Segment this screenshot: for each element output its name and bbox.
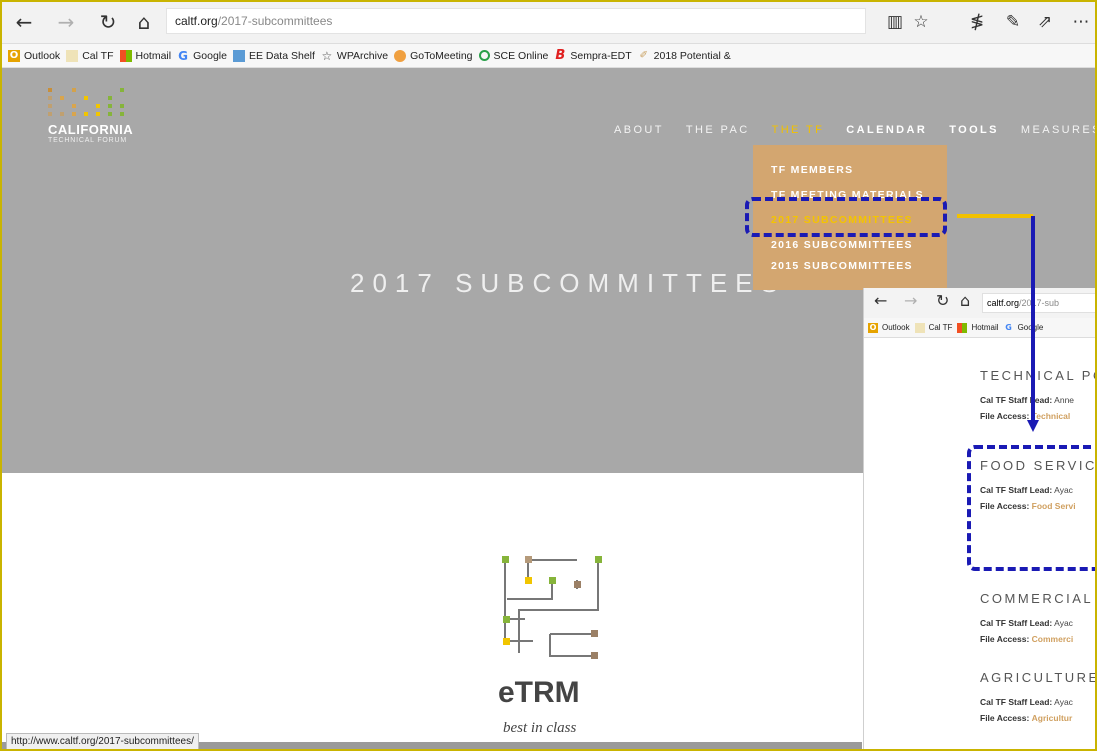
etrm-tagline: best in class [503, 720, 577, 736]
home-icon[interactable]: ⌂ [130, 8, 158, 36]
fav-ee-data-shelf[interactable]: EE Data Shelf [232, 49, 315, 62]
logo-subtitle: TECHNICAL FORUM [48, 137, 128, 144]
fav-label: Google [193, 49, 227, 62]
staff-lead-line: Cal TF Staff Lead: Ayac [980, 697, 1095, 707]
staff-lead-value: Ayac [1054, 697, 1073, 707]
fav-label: 2018 Potential & [653, 49, 731, 62]
file-access-line: File Access: Agricultur [980, 713, 1095, 723]
back-arrow-icon[interactable]: ← [10, 8, 38, 36]
refresh-icon[interactable]: ↻ [94, 8, 122, 36]
browser-toolbar: ← → ↻ ⌂ caltf.org/2017-subcommittees ▥ ☆… [2, 2, 1095, 44]
fav-label: Hotmail [135, 49, 172, 62]
share-icon[interactable]: ⇗ [1032, 8, 1058, 36]
file-access-line: File Access: Commerci [980, 634, 1093, 644]
fav-label: Cal TF [928, 323, 953, 332]
reading-view-icon[interactable]: ▥ [882, 8, 908, 36]
outlook-icon: O [8, 49, 20, 62]
annotation-arrow [957, 214, 1039, 432]
file-access-link[interactable]: Commerci [1032, 634, 1074, 644]
etrm-logo-icon[interactable] [499, 553, 609, 663]
menu-calendar[interactable]: CALENDAR [846, 124, 927, 136]
fav-wparchive[interactable]: ☆ WPArchive [321, 48, 389, 63]
staff-lead-value: Anne [1054, 395, 1075, 405]
dropdown-2016-subcommittees[interactable]: 2016 SUBCOMMITTEES [771, 239, 913, 251]
fav-2018-potential[interactable]: ✐ 2018 Potential & [638, 49, 731, 62]
file-access-link[interactable]: Agricultur [1032, 713, 1073, 723]
fav-label: WPArchive [336, 49, 389, 62]
staff-lead-value: Ayac [1054, 618, 1073, 628]
fav-label: Cal TF [82, 49, 114, 62]
fav-label: Outlook [882, 323, 910, 332]
url-path: /2017-subcommittees [217, 14, 333, 28]
inset-refresh-icon[interactable]: ↻ [936, 291, 949, 310]
favorites-bar: O Outlook Cal TF Hotmail G Google EE Data … [2, 44, 1095, 68]
pen-icon[interactable]: ✎ [1000, 8, 1026, 36]
outlook-icon: O [868, 322, 878, 333]
site-logo[interactable]: CALIFORNIA TECHNICAL FORUM [48, 88, 133, 144]
logo-dots-icon [48, 88, 133, 116]
caltf-icon [66, 49, 79, 62]
sempra-icon: B [555, 47, 566, 63]
inset-back-arrow-icon[interactable]: ← [874, 291, 887, 310]
ee-data-shelf-icon [232, 49, 245, 62]
menu-the-tf[interactable]: THE TF [772, 124, 825, 136]
main-menu: ABOUT THE PAC THE TF CALENDAR TOOLS MEAS… [614, 124, 1095, 136]
section-heading: COMMERCIAL [980, 591, 1094, 606]
staff-lead-line: Cal TF Staff Lead: Ayac [980, 618, 1093, 628]
fav-hotmail[interactable]: Hotmail [119, 49, 172, 62]
google-icon: G [178, 48, 189, 63]
menu-measures[interactable]: MEASURES [1021, 124, 1095, 136]
fav-label: SCE Online [493, 49, 549, 62]
fav-sempra[interactable]: B Sempra-EDT [554, 47, 632, 63]
inset-section-agriculture: AGRICULTURE Cal TF Staff Lead: Ayac File… [980, 670, 1097, 723]
star-icon: ☆ [321, 48, 333, 63]
inset-fav-outlook[interactable]: O Outlook [868, 322, 910, 333]
url-host: caltf.org [175, 14, 218, 28]
fav-label: GoToMeeting [410, 49, 473, 62]
menu-about[interactable]: ABOUT [614, 124, 664, 136]
etrm-title: eTRM [498, 676, 580, 709]
staff-lead-label: Cal TF Staff Lead: [980, 618, 1053, 628]
more-icon[interactable]: ⋯ [1068, 8, 1094, 36]
highlight-2017-subcommittees [745, 197, 947, 237]
caltf-icon [914, 322, 925, 333]
fav-outlook[interactable]: O Outlook [8, 49, 61, 62]
fav-label: EE Data Shelf [248, 49, 315, 62]
sce-icon [478, 50, 490, 61]
menu-the-pac[interactable]: THE PAC [686, 124, 750, 136]
logo-name: CALIFORNIA [48, 122, 134, 137]
inset-fav-caltf[interactable]: Cal TF [914, 322, 953, 333]
forward-arrow-icon[interactable]: → [52, 8, 80, 36]
fav-google[interactable]: G Google [177, 50, 227, 62]
dropdown-2015-subcommittees[interactable]: 2015 SUBCOMMITTEES [771, 260, 913, 272]
staff-lead-label: Cal TF Staff Lead: [980, 697, 1053, 707]
fav-gotomeeting[interactable]: GoToMeeting [394, 49, 473, 62]
inset-section-commercial: COMMERCIAL Cal TF Staff Lead: Ayac File … [980, 591, 1093, 644]
screenshot-frame: ← → ↻ ⌂ caltf.org/2017-subcommittees ▥ ☆… [0, 0, 1097, 751]
fav-sce-online[interactable]: SCE Online [478, 49, 549, 62]
highlight-food-service [967, 445, 1095, 571]
hotmail-icon [119, 49, 132, 62]
file-access-label: File Access: [980, 634, 1030, 644]
page-title: 2017 SUBCOMMITTEES [350, 268, 786, 298]
fav-label: Outlook [24, 49, 61, 62]
inset-forward-arrow-icon[interactable]: → [904, 291, 917, 310]
favorites-list-icon[interactable]: ≸ [964, 8, 990, 36]
file-access-label: File Access: [980, 713, 1030, 723]
favorite-star-icon[interactable]: ☆ [908, 8, 934, 36]
fav-caltf[interactable]: Cal TF [66, 49, 114, 62]
status-bar-url: http://www.caltf.org/2017-subcommittees/ [6, 733, 199, 749]
menu-tools[interactable]: TOOLS [949, 124, 999, 136]
gotomeeting-icon [394, 49, 407, 62]
address-bar[interactable]: caltf.org/2017-subcommittees [166, 8, 866, 34]
chart-icon: ✐ [639, 49, 648, 61]
section-heading: AGRICULTURE [980, 670, 1097, 685]
fav-label: Sempra-EDT [570, 49, 632, 62]
dropdown-tf-members[interactable]: TF MEMBERS [771, 164, 853, 176]
